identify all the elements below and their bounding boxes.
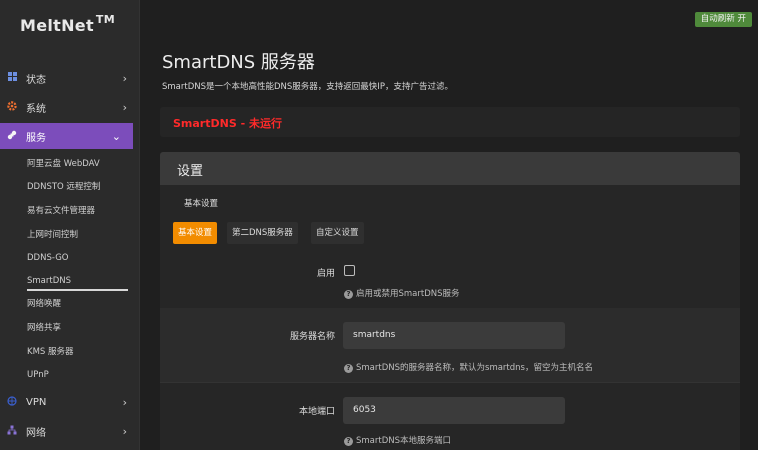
- local-port-input[interactable]: [343, 397, 565, 424]
- local-port-label: 本地端口: [298, 407, 335, 417]
- sidebar-item-system[interactable]: 系统 ›: [0, 94, 139, 120]
- server-name-hint: ? SmartDNS的服务器名称，默认为smartdns，留空为主机名名: [344, 361, 593, 373]
- enable-hint-text: 启用或禁用SmartDNS服务: [356, 289, 460, 299]
- tab-custom-settings[interactable]: 自定义设置: [311, 222, 364, 244]
- section-title: 基本设置: [184, 199, 219, 209]
- help-icon: ?: [344, 364, 353, 373]
- sidebar-item-network[interactable]: 网络 ›: [0, 418, 139, 444]
- brand-name: MeltNet: [20, 16, 94, 35]
- sidebar-item-label: 系统: [26, 103, 46, 115]
- tab-second-dns-server[interactable]: 第二DNS服务器: [227, 222, 298, 244]
- server-name-label: 服务器名称: [289, 332, 335, 342]
- sidebar: MeltNet TM 状态 › 系统 › 服务 ⌄ 阿里云盘 WebDAV DDN…: [0, 0, 140, 450]
- settings-title: 设置: [177, 164, 204, 179]
- settings-panel: 设置 基本设置 基本设置 第二DNS服务器 自定义设置 启用 ? 启用或禁用Sma…: [160, 152, 740, 450]
- service-status: SmartDNS - 未运行: [173, 117, 282, 130]
- gear-icon: [6, 100, 18, 114]
- chevron-right-icon: ›: [122, 100, 127, 114]
- row-divider: [160, 382, 740, 383]
- dashboard-icon: [6, 72, 18, 84]
- sidebar-item-label: 网络: [26, 427, 46, 439]
- enable-checkbox[interactable]: [344, 265, 355, 276]
- sidebar-subitem-linkease[interactable]: 易有云文件管理器: [27, 203, 95, 219]
- sidebar-subitem-samba[interactable]: 网络共享: [27, 320, 61, 336]
- chevron-right-icon: ›: [122, 71, 127, 85]
- brand-mark: TM: [95, 13, 115, 26]
- auto-refresh-toggle[interactable]: 自动刷新 开: [694, 12, 752, 27]
- local-port-hint: ? SmartDNS本地服务端口: [344, 434, 451, 446]
- main-content: 自动刷新 开 SmartDNS 服务器 SmartDNS是一个本地高性能DNS服…: [140, 0, 758, 450]
- sidebar-item-label: 服务: [26, 132, 46, 144]
- chevron-down-icon: ⌄: [111, 129, 121, 143]
- help-icon: ?: [344, 437, 353, 446]
- sidebar-item-label: VPN: [26, 396, 47, 408]
- server-name-hint-text: SmartDNS的服务器名称，默认为smartdns，留空为主机名名: [356, 363, 593, 373]
- chevron-right-icon: ›: [122, 424, 127, 438]
- local-port-hint-text: SmartDNS本地服务端口: [356, 436, 452, 446]
- services-icon: [6, 130, 18, 143]
- sidebar-subitem-ddnsto[interactable]: DDNSTO 远程控制: [27, 179, 100, 195]
- chevron-right-icon: ›: [122, 395, 127, 409]
- sidebar-item-vpn[interactable]: VPN ›: [0, 389, 139, 415]
- settings-header: 设置: [160, 152, 740, 185]
- page-title: SmartDNS 服务器: [162, 52, 315, 73]
- page-description: SmartDNS是一个本地高性能DNS服务器，支持返回最快IP，支持广告过滤。: [162, 82, 453, 92]
- sidebar-item-label: 状态: [26, 74, 46, 86]
- vpn-icon: [6, 395, 18, 409]
- enable-label: 启用: [316, 269, 335, 279]
- sidebar-subitem-wol[interactable]: 网络唤醒: [27, 296, 61, 312]
- network-icon: [6, 425, 18, 438]
- sidebar-item-services[interactable]: 服务 ⌄: [0, 123, 133, 149]
- sidebar-subitem-aliyun-webdav[interactable]: 阿里云盘 WebDAV: [27, 156, 100, 172]
- enable-hint: ? 启用或禁用SmartDNS服务: [344, 287, 460, 299]
- sidebar-subitem-upnp[interactable]: UPnP: [27, 367, 49, 383]
- sidebar-subitem-ddns-go[interactable]: DDNS-GO: [27, 250, 69, 266]
- help-icon: ?: [344, 290, 353, 299]
- sidebar-item-status[interactable]: 状态 ›: [0, 65, 139, 91]
- status-box: SmartDNS - 未运行: [160, 107, 740, 137]
- sidebar-subitem-smartdns[interactable]: SmartDNS: [27, 273, 128, 291]
- server-name-input[interactable]: [343, 322, 565, 349]
- tab-basic-settings[interactable]: 基本设置: [173, 222, 218, 244]
- brand-logo[interactable]: MeltNet TM: [20, 13, 115, 35]
- sidebar-subitem-time-control[interactable]: 上网时间控制: [27, 227, 78, 243]
- sidebar-subitem-kms[interactable]: KMS 服务器: [27, 344, 74, 360]
